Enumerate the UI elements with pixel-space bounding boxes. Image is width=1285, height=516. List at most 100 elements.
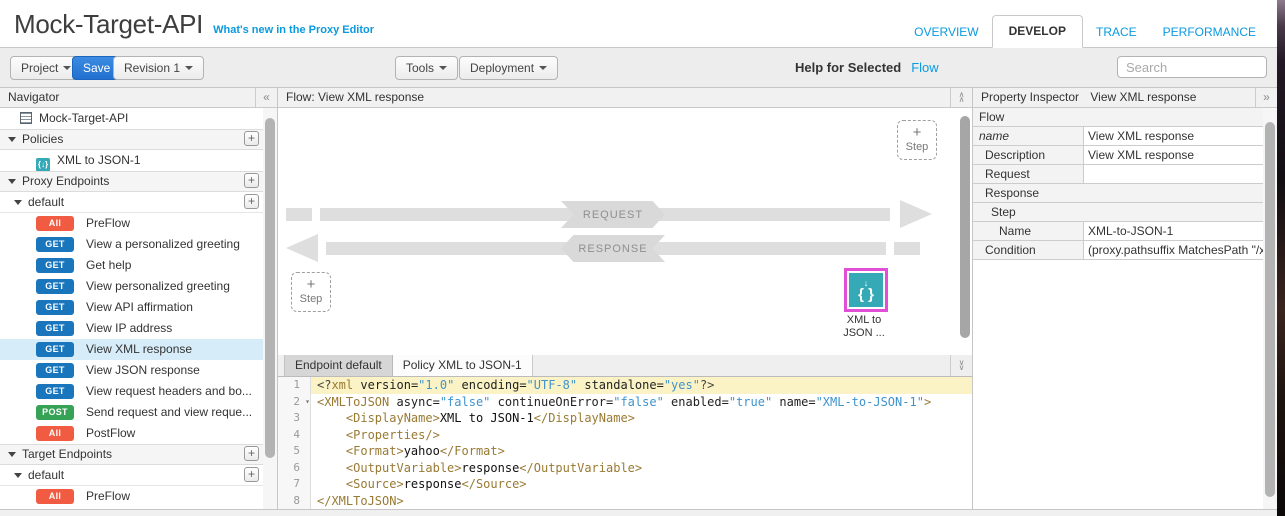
policy-node-label: XML to JSON ... <box>824 314 904 340</box>
code-token: xml <box>331 378 353 392</box>
revision-menu-button[interactable]: Revision 1 <box>113 56 204 80</box>
search-input[interactable] <box>1117 56 1267 78</box>
property-value-description[interactable]: View XML response <box>1083 146 1263 164</box>
code-line[interactable]: <DisplayName>XML to JSON-1</DisplayName> <box>311 410 972 427</box>
code-token: <Source> <box>346 477 404 491</box>
code-line[interactable]: <Format>yahoo</Format> <box>311 443 972 460</box>
fold-caret-icon[interactable]: ▾ <box>305 394 310 411</box>
tab-overview[interactable]: OVERVIEW <box>901 17 991 48</box>
property-value-condition[interactable]: (proxy.pathsuffix MatchesPath "/x <box>1083 241 1263 259</box>
nav-section-target-endpoints[interactable]: Target Endpoints+ <box>0 444 263 465</box>
code-token: ?> <box>700 378 714 392</box>
navigator-tree: Mock-Target-APIPolicies+{↓}XML to JSON-1… <box>0 108 263 509</box>
nav-item-label: View request headers and bo... <box>86 384 252 398</box>
code-token: "false" <box>613 395 664 409</box>
inspector-scrollbar-thumb[interactable] <box>1265 122 1275 497</box>
add-step-response-button[interactable]: + Step <box>291 272 331 312</box>
add-target-endpoints-button[interactable]: + <box>244 446 259 461</box>
navigator-scrollbar[interactable] <box>263 108 277 509</box>
nav-subsection-default[interactable]: default+ <box>0 192 263 213</box>
code-token: "true" <box>729 395 772 409</box>
property-inspector-subtitle: View XML response <box>1090 90 1196 104</box>
collapse-navigator-icon[interactable]: « <box>255 88 277 107</box>
nav-item-preflow[interactable]: AllPreFlow <box>0 213 263 234</box>
code-token: </XMLToJSON> <box>317 494 404 508</box>
property-inspector-title: Property Inspector <box>981 90 1079 104</box>
tools-menu-button[interactable]: Tools <box>395 56 458 80</box>
nav-item-mock-target-api[interactable]: Mock-Target-API <box>0 108 263 129</box>
tab-develop[interactable]: DEVELOP <box>992 15 1083 48</box>
code-token <box>317 444 346 458</box>
code-tab-bar: Endpoint defaultPolicy XML to JSON-1 ∨∨ <box>278 355 972 377</box>
add-default-button[interactable]: + <box>244 194 259 209</box>
navigator-scrollbar-thumb[interactable] <box>265 118 275 458</box>
canvas-scrollbar-thumb[interactable] <box>960 116 970 338</box>
code-token: "1.0" <box>418 378 454 392</box>
plus-icon: + <box>292 276 330 293</box>
add-proxy-endpoints-button[interactable]: + <box>244 173 259 188</box>
inspector-row-condition: Condition(proxy.pathsuffix MatchesPath "… <box>973 241 1263 260</box>
caret-down-icon <box>8 452 16 457</box>
add-policies-button[interactable]: + <box>244 131 259 146</box>
method-badge-get: GET <box>36 279 74 294</box>
inspector-scrollbar[interactable] <box>1263 108 1277 509</box>
code-token: response <box>404 477 462 491</box>
response-flow-label: RESPONSE <box>561 235 665 262</box>
property-label: Step <box>973 203 1016 221</box>
line-number: 4 <box>278 427 310 444</box>
code-token: encoding= <box>454 378 526 392</box>
nav-item-view-ip-address[interactable]: GETView IP address <box>0 318 263 339</box>
add-step-request-button[interactable]: + Step <box>897 120 937 160</box>
plus-icon: + <box>898 124 936 141</box>
code-line[interactable]: <XMLToJSON async="false" continueOnError… <box>311 394 972 411</box>
nav-item-preflow[interactable]: AllPreFlow <box>0 486 263 507</box>
code-token: enabled= <box>664 395 729 409</box>
nav-item-view-json-response[interactable]: GETView JSON response <box>0 360 263 381</box>
nav-item-view-request-headers-and-bo[interactable]: GETView request headers and bo... <box>0 381 263 402</box>
property-value-name[interactable]: XML-to-JSON-1 <box>1083 222 1263 240</box>
collapse-inspector-icon[interactable]: » <box>1255 88 1277 107</box>
code-line[interactable]: <?xml version="1.0" encoding="UTF-8" sta… <box>311 377 972 394</box>
nav-item-label: View personalized greeting <box>86 279 230 293</box>
caret-down-icon <box>14 200 22 205</box>
whats-new-link[interactable]: What's new in the Proxy Editor <box>213 24 374 36</box>
add-default-button[interactable]: + <box>244 467 259 482</box>
collapse-flow-panel-icon[interactable]: ∧∧ <box>950 88 972 107</box>
request-arrow-segment <box>286 208 312 221</box>
nav-subsection-default[interactable]: default+ <box>0 465 263 486</box>
code-token: </OutputVariable> <box>519 461 642 475</box>
inspector-row-description: DescriptionView XML response <box>973 146 1263 165</box>
nav-item-get-help[interactable]: GETGet help <box>0 255 263 276</box>
help-flow-link[interactable]: Flow <box>911 60 938 75</box>
nav-section-proxy-endpoints[interactable]: Proxy Endpoints+ <box>0 171 263 192</box>
code-tab-endpoint-default[interactable]: Endpoint default <box>284 355 393 376</box>
code-tab-policy-xml-to-json-1[interactable]: Policy XML to JSON-1 <box>393 355 533 376</box>
canvas-scrollbar[interactable] <box>959 112 971 352</box>
code-line[interactable]: <Properties/> <box>311 427 972 444</box>
code-token: <DisplayName> <box>346 411 440 425</box>
code-token <box>317 411 346 425</box>
nav-item-view-xml-response[interactable]: GETView XML response <box>0 339 263 360</box>
nav-item-postflow[interactable]: AllPostFlow <box>0 423 263 444</box>
xml-to-json-policy-node[interactable]: ↓ { } <box>844 268 888 312</box>
code-lines[interactable]: <?xml version="1.0" encoding="UTF-8" sta… <box>311 377 972 509</box>
property-value-request[interactable] <box>1083 165 1263 183</box>
nav-item-view-api-affirmation[interactable]: GETView API affirmation <box>0 297 263 318</box>
nav-item-view-personalized-greeting[interactable]: GET View personalized greeting <box>0 276 263 297</box>
code-line[interactable]: </XMLToJSON> <box>311 493 972 510</box>
nav-item-xml-to-json-1[interactable]: {↓}XML to JSON-1 <box>0 150 263 171</box>
collapse-code-panel-icon[interactable]: ∨∨ <box>950 355 972 376</box>
tab-performance[interactable]: PERFORMANCE <box>1150 17 1269 48</box>
code-token: version= <box>353 378 418 392</box>
tab-trace[interactable]: TRACE <box>1083 17 1150 48</box>
nav-item-view-a-personalized-greeting[interactable]: GETView a personalized greeting <box>0 234 263 255</box>
code-editor[interactable]: 12▾345678 <?xml version="1.0" encoding="… <box>278 377 972 509</box>
nav-section-policies[interactable]: Policies+ <box>0 129 263 150</box>
code-line[interactable]: <OutputVariable>response</OutputVariable… <box>311 460 972 477</box>
code-token: > <box>924 395 931 409</box>
footer-strip <box>0 509 1277 516</box>
deployment-menu-button[interactable]: Deployment <box>459 56 558 80</box>
property-value-name[interactable]: View XML response <box>1083 127 1263 145</box>
code-line[interactable]: <Source>response</Source> <box>311 476 972 493</box>
nav-item-send-request-and-view-reque[interactable]: POSTSend request and view reque... <box>0 402 263 423</box>
